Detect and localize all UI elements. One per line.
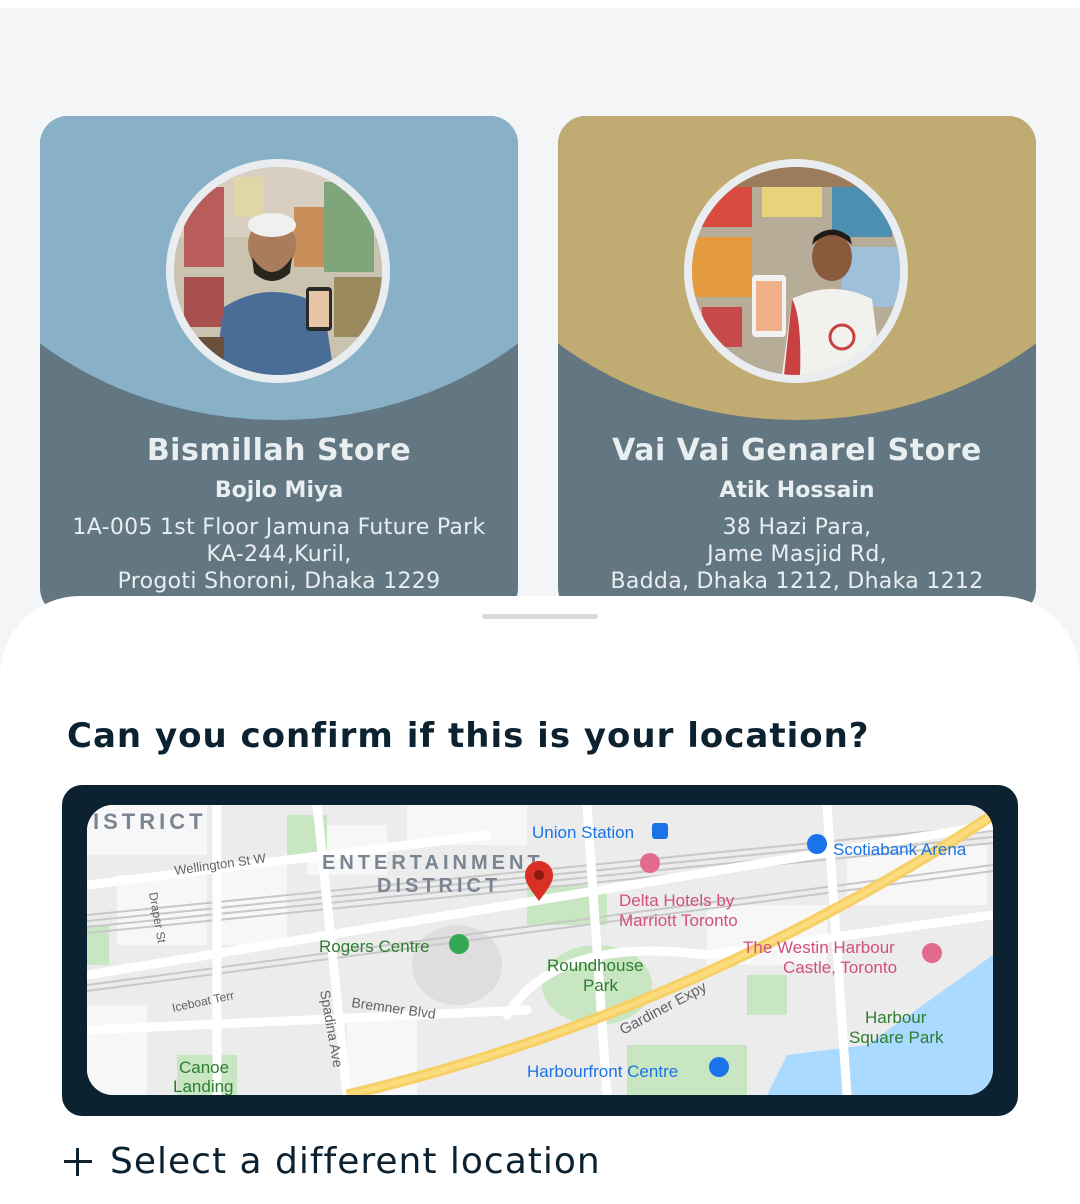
confirm-location-title: Can you confirm if this is your location… [67,716,870,756]
map-label: Harbour [865,1008,927,1027]
store-name: Vai Vai Genarel Store [612,433,982,468]
map-label: ISTRICT [93,809,207,834]
map-label: Landing [173,1077,234,1095]
map-label: Park [583,976,618,995]
map-label: DISTRICT [377,875,501,897]
address-line: Progoti Shoroni, Dhaka 1229 [117,569,441,594]
map-label: Rogers Centre [319,937,430,956]
owner-name: Bojlo Miya [214,478,344,503]
location-bottom-sheet: Can you confirm if this is your location… [0,596,1080,1204]
plus-icon [64,1147,92,1176]
music-pin-icon [709,1057,729,1077]
map-label: Scotiabank Arena [833,840,967,859]
arena-pin-icon [807,834,827,854]
address-line: Badda, Dhaka 1212, Dhaka 1212 [610,569,984,594]
store-name: Bismillah Store [146,433,412,468]
map-label: Canoe [179,1058,229,1077]
hotel-pin-icon [640,853,660,873]
address-line: 38 Hazi Para, [722,515,872,540]
store-address: 1A-005 1st Floor Jamuna Future Park KA-2… [40,514,518,595]
location-map[interactable]: ISTRICT Wellington St W Draper St ENTERT… [87,805,993,1095]
select-location-label: Select a different location [110,1141,601,1182]
sheet-drag-handle[interactable] [482,614,598,619]
map-label: Roundhouse [547,956,643,975]
address-line: 1A-005 1st Floor Jamuna Future Park [72,515,486,540]
store-owner-photo [692,167,900,375]
avatar [166,159,390,383]
map-label: Square Park [849,1028,944,1047]
map-label: Harbourfront Centre [527,1062,678,1081]
transit-icon [652,823,668,839]
map-label: The Westin Harbour [743,938,895,957]
avatar [684,159,908,383]
select-different-location[interactable]: Select a different location [64,1141,601,1182]
stadium-pin-icon [449,934,469,954]
store-card-vai-vai[interactable]: Vai Vai Genarel Store Atik Hossain 38 Ha… [558,116,1036,616]
address-line: KA-244,Kuril, [206,542,352,567]
owner-name: Atik Hossain [719,478,875,503]
map-label: ENTERTAINMENT [322,852,544,874]
map-label: Delta Hotels by [619,891,735,910]
store-address: 38 Hazi Para, Jame Masjid Rd, Badda, Dha… [558,514,1036,595]
store-owner-photo [174,167,382,375]
hotel-pin-icon [922,943,942,963]
address-line: Jame Masjid Rd, [707,542,887,567]
map-label: Marriott Toronto [619,911,738,930]
status-strip [0,0,1080,8]
map-frame: ISTRICT Wellington St W Draper St ENTERT… [62,785,1018,1116]
map-label: Castle, Toronto [783,958,897,977]
store-card-bismillah[interactable]: Bismillah Store Bojlo Miya 1A-005 1st Fl… [40,116,518,616]
map-label: Union Station [532,823,634,842]
